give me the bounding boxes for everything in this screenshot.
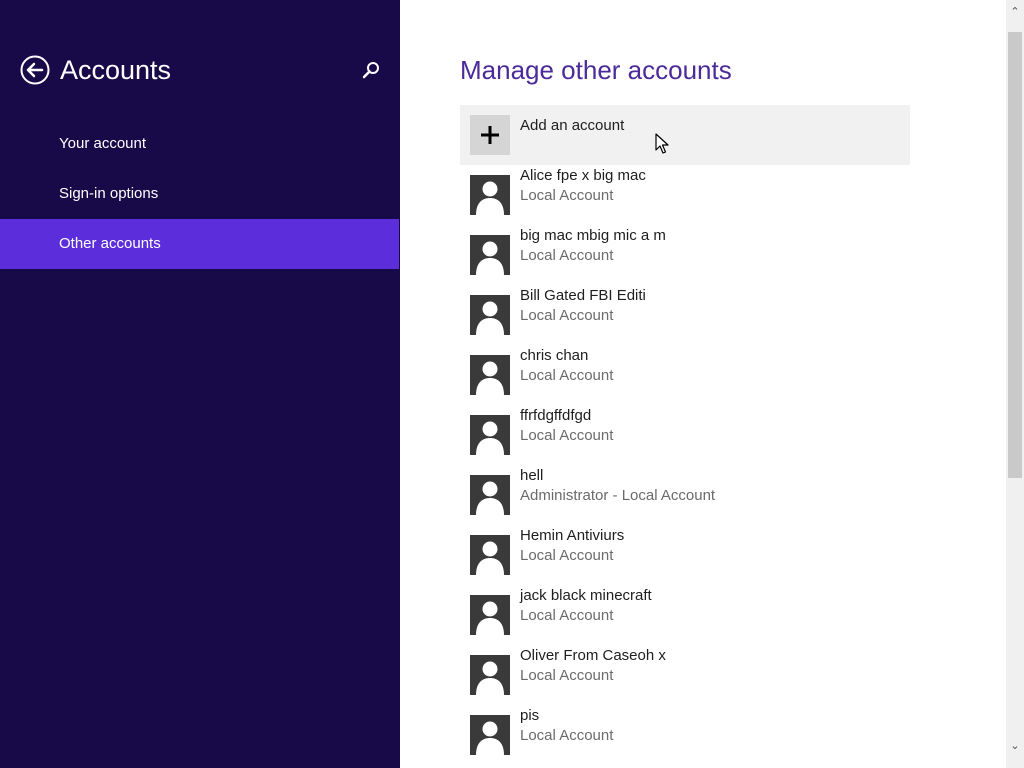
search-icon[interactable]: [361, 60, 381, 80]
account-item[interactable]: chris chan Local Account: [460, 345, 910, 405]
account-type: Local Account: [520, 367, 614, 384]
scroll-thumb[interactable]: [1008, 32, 1022, 478]
account-type: Local Account: [520, 727, 614, 744]
account-type: Local Account: [520, 307, 614, 324]
account-item[interactable]: ffrfdgffdfgd Local Account: [460, 405, 910, 465]
account-name: Alice fpe x big mac: [520, 167, 646, 184]
user-avatar-icon: [470, 355, 510, 395]
user-avatar-icon: [470, 175, 510, 215]
account-type: Local Account: [520, 247, 614, 264]
account-name: big mac mbig mic a m: [520, 227, 666, 244]
account-item[interactable]: Bill Gated FBI Editi Local Account: [460, 285, 910, 345]
account-name: Hemin Antiviurs: [520, 527, 625, 544]
scrollbar[interactable]: ⌃ ⌄: [1006, 0, 1024, 768]
account-type: Local Account: [520, 607, 614, 624]
account-type: Local Account: [520, 547, 614, 564]
account-type: Administrator - Local Account: [520, 487, 716, 504]
sidebar: Accounts Your account Sign-in options Ot…: [0, 0, 400, 768]
account-name: Oliver From Caseoh x: [520, 647, 666, 664]
user-avatar-icon: [470, 655, 510, 695]
account-name: jack black minecraft: [520, 587, 652, 604]
user-avatar-icon: [470, 595, 510, 635]
account-item[interactable]: jack black minecraft Local Account: [460, 585, 910, 645]
account-name: hell: [520, 467, 544, 484]
sidebar-item-your-account[interactable]: Your account: [0, 119, 399, 169]
account-name: chris chan: [520, 347, 589, 364]
page-title: Accounts: [60, 55, 172, 85]
add-account-label: Add an account: [520, 117, 625, 134]
user-avatar-icon: [470, 295, 510, 335]
account-item[interactable]: Hemin Antiviurs Local Account: [460, 525, 910, 585]
account-item[interactable]: pis Local Account: [460, 705, 910, 765]
account-name: ffrfdgffdfgd: [520, 407, 592, 424]
scroll-down-arrow-icon[interactable]: ⌄: [1006, 738, 1024, 754]
account-type: Local Account: [520, 667, 614, 684]
back-arrow-icon[interactable]: [20, 55, 50, 85]
account-type: Local Account: [520, 427, 614, 444]
plus-icon: [470, 115, 510, 155]
user-avatar-icon: [470, 715, 510, 755]
user-avatar-icon: [470, 535, 510, 575]
user-avatar-icon: [470, 475, 510, 515]
sidebar-item-label: Sign-in options: [59, 185, 159, 202]
section-title: Manage other accounts: [460, 55, 732, 85]
account-name: pis: [520, 707, 540, 724]
sidebar-item-other-accounts[interactable]: Other accounts: [0, 219, 399, 269]
sidebar-item-label: Your account: [59, 135, 147, 152]
sidebar-item-label: Other accounts: [59, 235, 161, 252]
scroll-up-arrow-icon[interactable]: ⌃: [1006, 4, 1024, 20]
user-avatar-icon: [470, 415, 510, 455]
account-name: Bill Gated FBI Editi: [520, 287, 646, 304]
account-item[interactable]: hell Administrator - Local Account: [460, 465, 910, 525]
account-type: Local Account: [520, 187, 614, 204]
account-item[interactable]: big mac mbig mic a m Local Account: [460, 225, 910, 285]
user-avatar-icon: [470, 235, 510, 275]
account-item[interactable]: Alice fpe x big mac Local Account: [460, 165, 910, 225]
sidebar-item-sign-in-options[interactable]: Sign-in options: [0, 169, 399, 219]
add-account-button[interactable]: Add an account: [460, 105, 910, 165]
account-item[interactable]: Oliver From Caseoh x Local Account: [460, 645, 910, 705]
mouse-cursor-icon: [655, 133, 669, 155]
